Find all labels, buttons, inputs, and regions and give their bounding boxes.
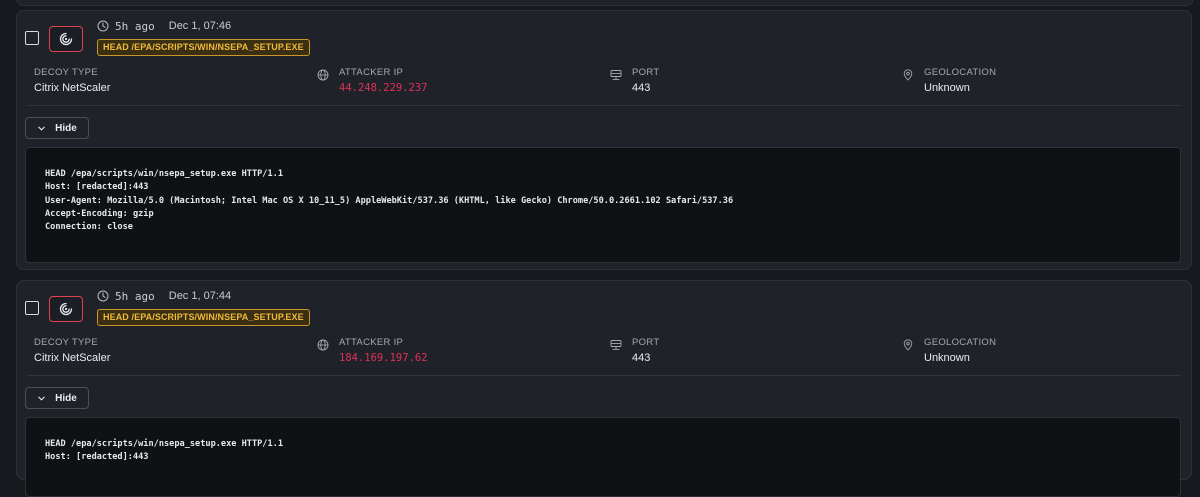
attacker-ip-field: ATTACKER IP 184.169.197.62: [317, 337, 428, 364]
map-pin-icon: [903, 339, 913, 351]
hide-label: Hide: [55, 392, 77, 404]
select-checkbox[interactable]: [25, 301, 39, 315]
attacker-ip-value[interactable]: 44.248.229.237: [339, 82, 428, 94]
hide-button[interactable]: Hide: [25, 117, 89, 139]
event-card: 5h ago Dec 1, 07:44 HEAD /EPA/SCRIPTS/WI…: [16, 280, 1192, 497]
geolocation-field: GEOLOCATION Unknown: [903, 337, 997, 364]
decoy-type-field: DECOY TYPE Citrix NetScaler: [34, 67, 110, 94]
request-path-badge: HEAD /EPA/SCRIPTS/WIN/NSEPA_SETUP.EXE: [97, 39, 310, 56]
field-value: Citrix NetScaler: [34, 82, 111, 94]
request-path-badge: HEAD /EPA/SCRIPTS/WIN/NSEPA_SETUP.EXE: [97, 309, 310, 326]
server-icon: [610, 340, 622, 350]
raw-request-block: HEAD /epa/scripts/win/nsepa_setup.exe HT…: [25, 417, 1181, 497]
field-label: ATTACKER IP: [339, 67, 404, 78]
select-checkbox[interactable]: [25, 31, 39, 45]
field-value: Unknown: [924, 82, 970, 94]
field-label: DECOY TYPE: [34, 337, 98, 348]
field-label: PORT: [632, 337, 660, 348]
timestamp: Dec 1, 07:44: [168, 290, 232, 302]
field-value: 443: [632, 82, 651, 94]
event-time: 5h ago Dec 1, 07:44: [97, 288, 231, 304]
hide-button[interactable]: Hide: [25, 387, 89, 409]
relative-time: 5h ago: [115, 19, 155, 33]
relative-time: 5h ago: [115, 289, 155, 303]
geolocation-field: GEOLOCATION Unknown: [903, 67, 997, 94]
decoy-type-field: DECOY TYPE Citrix NetScaler: [34, 337, 110, 364]
field-label: GEOLOCATION: [924, 337, 997, 348]
field-label: PORT: [632, 67, 660, 78]
server-icon: [610, 70, 622, 80]
clock-icon: [97, 290, 109, 302]
map-pin-icon: [903, 69, 913, 81]
raw-request-line: HEAD /epa/scripts/win/nsepa_setup.exe HT…: [45, 439, 283, 449]
port-field: PORT 443: [610, 67, 660, 94]
raw-request-line: Connection: close: [45, 222, 133, 233]
hide-label: Hide: [55, 122, 77, 134]
field-label: ATTACKER IP: [339, 337, 404, 348]
chevron-down-icon: [38, 396, 45, 400]
attacker-ip-field: ATTACKER IP 44.248.229.237: [317, 67, 428, 94]
globe-icon: [317, 69, 329, 81]
event-time: 5h ago Dec 1, 07:46: [97, 18, 231, 34]
field-label: DECOY TYPE: [34, 67, 98, 78]
raw-request-line: HEAD /epa/scripts/win/nsepa_setup.exe HT…: [45, 169, 283, 179]
event-card: 5h ago Dec 1, 07:46 HEAD /EPA/SCRIPTS/WI…: [16, 10, 1192, 270]
citrix-decoy-icon: [49, 26, 83, 52]
raw-request-line: Host: [redacted]:443: [45, 452, 149, 463]
field-value: Unknown: [924, 352, 970, 364]
citrix-decoy-icon: [49, 296, 83, 322]
field-value: Citrix NetScaler: [34, 352, 111, 364]
raw-request-line: Host: [redacted]:443: [45, 182, 149, 193]
timestamp: Dec 1, 07:46: [168, 20, 232, 32]
chevron-down-icon: [38, 126, 45, 130]
globe-icon: [317, 339, 329, 351]
field-value: 443: [632, 352, 651, 364]
raw-request-line: Accept-Encoding: gzip: [45, 208, 154, 219]
previous-event-card: [16, 0, 1194, 6]
port-field: PORT 443: [610, 337, 660, 364]
raw-request-line: User-Agent: Mozilla/5.0 (Macintosh; Inte…: [45, 195, 734, 206]
divider: [27, 375, 1181, 376]
raw-request-block: HEAD /epa/scripts/win/nsepa_setup.exe HT…: [25, 147, 1181, 263]
field-label: GEOLOCATION: [924, 67, 997, 78]
divider: [27, 105, 1181, 106]
attacker-ip-value[interactable]: 184.169.197.62: [339, 352, 428, 364]
clock-icon: [97, 20, 109, 32]
